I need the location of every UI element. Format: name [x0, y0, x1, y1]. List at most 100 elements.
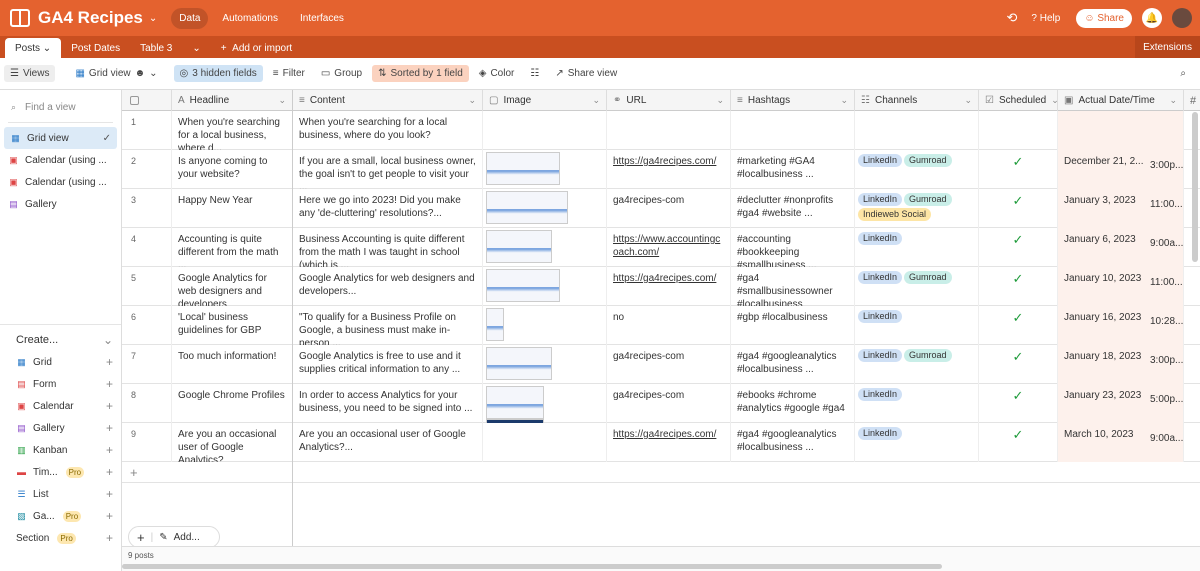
cell-headline[interactable]: When you're searching for a local busine…	[172, 111, 293, 150]
image-thumbnail[interactable]	[486, 269, 560, 302]
create-item-form[interactable]: ▤ Form +	[0, 373, 121, 395]
image-thumbnail[interactable]	[486, 386, 544, 419]
cell-scheduled[interactable]	[979, 111, 1058, 150]
create-item-ga[interactable]: ▧ Ga... Pro +	[0, 505, 121, 527]
color-button[interactable]: ◈ Color	[473, 65, 521, 82]
grid-view-selector[interactable]: ▦ Grid view ☻ ⌄	[69, 65, 163, 82]
cell-scheduled[interactable]: ✓	[979, 228, 1058, 267]
cell-content[interactable]: If you are a small, local business owner…	[293, 150, 483, 189]
cell-hashtags[interactable]: #ebooks #chrome #analytics #google #ga4	[731, 384, 855, 423]
group-button[interactable]: ▭ Group	[315, 65, 368, 82]
plus-icon[interactable]: +	[106, 509, 113, 523]
table-tab-posts[interactable]: Posts ⌄	[5, 38, 62, 58]
add-record-button[interactable]: + | ✎ Add...	[128, 526, 220, 548]
cell-hashtags[interactable]: #declutter #nonprofits #ga4 #website ...	[731, 189, 855, 228]
share-view-button[interactable]: ↗ Share view	[549, 65, 623, 82]
cell-actual-date-time[interactable]: January 3, 2023 11:00...	[1058, 189, 1184, 228]
cell-hashtags[interactable]: #ga4 #smallbusinessowner #localbusiness …	[731, 267, 855, 306]
image-thumbnail[interactable]	[486, 152, 560, 185]
cell-actual-date-time[interactable]: January 10, 2023 11:00...	[1058, 267, 1184, 306]
chevron-down-icon[interactable]: ⌄	[716, 95, 724, 106]
cell-image[interactable]	[483, 345, 607, 384]
table-tab-table-3[interactable]: Table 3	[130, 38, 182, 58]
add-or-import-button[interactable]: + Add or import	[211, 38, 302, 58]
cell-headline[interactable]: 'Local' business guidelines for GBP	[172, 306, 293, 345]
cell-headline[interactable]: Google Analytics for web designers and d…	[172, 267, 293, 306]
horizontal-scrollbar[interactable]	[122, 564, 942, 569]
cell-hashtags[interactable]: #ga4 #googleanalytics #localbusiness ...	[731, 345, 855, 384]
plus-icon[interactable]: +	[106, 399, 113, 413]
cell-url[interactable]: https://ga4recipes.com/	[607, 267, 731, 306]
cell-content[interactable]: Business Accounting is quite different f…	[293, 228, 483, 267]
cell-image[interactable]	[483, 384, 607, 423]
cell-channels[interactable]: LinkedIn	[855, 228, 979, 267]
column-header-headline[interactable]: A Headline ⌄	[172, 90, 293, 111]
cell-hashtags[interactable]: #accounting #bookkeeping #smallbusiness …	[731, 228, 855, 267]
share-button[interactable]: ☺ Share	[1076, 8, 1132, 28]
column-header-scheduled[interactable]: ☑ Scheduled ⌄	[979, 90, 1058, 111]
hidden-fields-button[interactable]: ◎ 3 hidden fields	[173, 65, 263, 82]
column-header-hashtags[interactable]: ≡ Hashtags ⌄	[731, 90, 855, 111]
cell-channels[interactable]: LinkedIn	[855, 384, 979, 423]
sidebar-view-gallery[interactable]: ▤ Gallery	[0, 193, 121, 215]
cell-hashtags[interactable]: #ga4 #googleanalytics #localbusiness ...	[731, 423, 855, 462]
cell-headline[interactable]: Happy New Year	[172, 189, 293, 228]
cell-content[interactable]: Google Analytics is free to use and it s…	[293, 345, 483, 384]
image-thumbnail[interactable]	[486, 308, 504, 341]
cell-channels[interactable]: LinkedIn Gumroad	[855, 345, 979, 384]
extensions-button[interactable]: Extensions	[1135, 36, 1200, 58]
add-row-button[interactable]: +	[122, 462, 1200, 483]
search-icon[interactable]: ⌕	[1174, 65, 1192, 82]
url-text[interactable]: https://ga4recipes.com/	[613, 429, 716, 440]
cell-hashtags[interactable]: #marketing #GA4 #localbusiness ...	[731, 150, 855, 189]
cell-actual-date-time[interactable]: December 21, 2... 3:00p...	[1058, 150, 1184, 189]
cell-content[interactable]: Here we go into 2023! Did you make any '…	[293, 189, 483, 228]
table-row[interactable]: 1 When you're searching for a local busin…	[122, 111, 1200, 150]
nav-data[interactable]: Data	[171, 7, 209, 29]
cell-url[interactable]: ga4recipes-com	[607, 384, 731, 423]
table-row[interactable]: 6 'Local' business guidelines for GBP "To …	[122, 306, 1200, 345]
create-item-list[interactable]: ☰ List +	[0, 483, 121, 505]
cell-actual-date-time[interactable]: January 18, 2023 3:00p...	[1058, 345, 1184, 384]
views-button[interactable]: ☰ Views	[4, 65, 56, 82]
cell-scheduled[interactable]: ✓	[979, 306, 1058, 345]
create-header[interactable]: Create... ⌄	[0, 329, 121, 351]
cell-content[interactable]: Google Analytics for web designers and d…	[293, 267, 483, 306]
table-row[interactable]: 2 Is anyone coming to your website? If you…	[122, 150, 1200, 189]
cell-image[interactable]	[483, 189, 607, 228]
plus-icon[interactable]: +	[106, 443, 113, 457]
column-header-add-field[interactable]: #	[1184, 90, 1200, 111]
cell-hashtags[interactable]	[731, 111, 855, 150]
chevron-down-icon[interactable]: ⌄	[278, 95, 286, 106]
base-logo-icon[interactable]	[10, 9, 30, 27]
cell-url[interactable]: https://ga4recipes.com/	[607, 423, 731, 462]
plus-icon[interactable]: +	[106, 355, 113, 369]
cell-actual-date-time[interactable]: January 23, 2023 5:00p...	[1058, 384, 1184, 423]
image-thumbnail[interactable]	[486, 191, 568, 224]
cell-content[interactable]: When you're searching for a local busine…	[293, 111, 483, 150]
table-tab-post-dates[interactable]: Post Dates	[61, 38, 130, 58]
cell-scheduled[interactable]: ✓	[979, 423, 1058, 462]
sidebar-view-calendar-2[interactable]: ▣ Calendar (using ...	[0, 171, 121, 193]
cell-headline[interactable]: Too much information!	[172, 345, 293, 384]
cell-url[interactable]: https://ga4recipes.com/	[607, 150, 731, 189]
cell-scheduled[interactable]: ✓	[979, 267, 1058, 306]
row-height-icon[interactable]: ☷	[524, 65, 545, 82]
cell-actual-date-time[interactable]: March 10, 2023 9:00a...	[1058, 423, 1184, 462]
cell-image[interactable]	[483, 111, 607, 150]
cell-url[interactable]: no	[607, 306, 731, 345]
cell-content[interactable]: Are you an occasional user of Google Ana…	[293, 423, 483, 462]
cell-channels[interactable]: LinkedIn Gumroad	[855, 150, 979, 189]
table-row[interactable]: 5 Google Analytics for web designers and …	[122, 267, 1200, 306]
create-item-grid[interactable]: ▦ Grid +	[0, 351, 121, 373]
chevron-down-icon[interactable]: ⌄	[1169, 95, 1177, 106]
url-text[interactable]: https://ga4recipes.com/	[613, 273, 716, 284]
filter-button[interactable]: ≡ Filter	[267, 65, 311, 82]
table-row[interactable]: 4 Accounting is quite different from the …	[122, 228, 1200, 267]
plus-icon[interactable]: +	[106, 377, 113, 391]
column-header-image[interactable]: ▢ Image ⌄	[483, 90, 607, 111]
sidebar-view-grid[interactable]: ▦ Grid view ✓	[4, 127, 117, 149]
nav-automations[interactable]: Automations	[214, 8, 286, 29]
nav-interfaces[interactable]: Interfaces	[292, 8, 352, 29]
plus-icon[interactable]: +	[106, 487, 113, 501]
